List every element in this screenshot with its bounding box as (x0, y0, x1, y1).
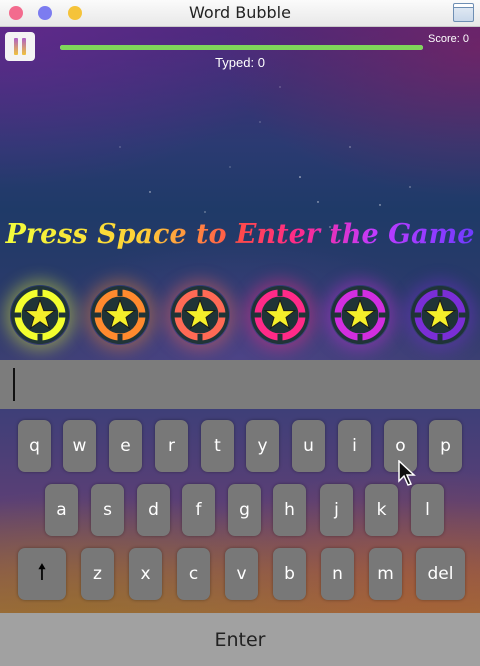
delete-key-label: del (427, 564, 454, 584)
delete-key[interactable]: del (416, 548, 465, 600)
mouse-pointer-icon (398, 460, 416, 486)
word-bubbles-row (0, 285, 480, 347)
key-h[interactable]: h (273, 484, 306, 536)
window-title: Word Bubble (189, 3, 291, 22)
key-r[interactable]: r (155, 420, 188, 472)
key-e[interactable]: e (109, 420, 142, 472)
key-j[interactable]: j (320, 484, 353, 536)
typing-input[interactable] (0, 360, 480, 409)
word-bubble (250, 285, 310, 345)
key-f[interactable]: f (182, 484, 215, 536)
key-z[interactable]: z (81, 548, 114, 600)
word-bubble (330, 285, 390, 345)
key-g[interactable]: g (228, 484, 261, 536)
timer-progress-bar (60, 45, 423, 50)
start-prompt: Press Space to Enter the Game (0, 219, 480, 250)
key-l[interactable]: l (411, 484, 444, 536)
key-m[interactable]: m (369, 548, 402, 600)
word-bubble (90, 285, 150, 345)
key-w[interactable]: w (63, 420, 96, 472)
key-y[interactable]: y (246, 420, 279, 472)
key-c[interactable]: c (177, 548, 210, 600)
key-p[interactable]: p (429, 420, 462, 472)
key-v[interactable]: v (225, 548, 258, 600)
enter-button-label: Enter (214, 628, 266, 651)
key-k[interactable]: k (365, 484, 398, 536)
typed-count-label: Typed: 0 (215, 55, 265, 70)
text-caret (13, 368, 15, 401)
score-label: Score: 0 (428, 33, 469, 45)
key-u[interactable]: u (292, 420, 325, 472)
title-bar: Word Bubble (0, 0, 480, 27)
key-a[interactable]: a (45, 484, 78, 536)
pause-icon (14, 38, 18, 55)
word-bubble (410, 285, 470, 345)
word-bubble (10, 285, 70, 345)
maximize-icon[interactable] (453, 3, 474, 22)
game-area[interactable]: Score: 0 Typed: 0 Press Space to Enter t… (0, 27, 480, 360)
key-x[interactable]: x (129, 548, 162, 600)
key-n[interactable]: n (321, 548, 354, 600)
enter-button[interactable]: Enter (0, 613, 480, 666)
shift-key[interactable]: 🠕 (18, 548, 66, 600)
on-screen-keyboard: 🠕 del qwertyuiopasdfghjklzxcvbnm (0, 409, 480, 613)
up-arrow-icon: 🠕 (37, 560, 47, 585)
key-s[interactable]: s (91, 484, 124, 536)
word-bubble (170, 285, 230, 345)
timer-progress-fill (60, 45, 423, 50)
key-i[interactable]: i (338, 420, 371, 472)
key-b[interactable]: b (273, 548, 306, 600)
key-q[interactable]: q (18, 420, 51, 472)
key-t[interactable]: t (201, 420, 234, 472)
key-d[interactable]: d (137, 484, 170, 536)
